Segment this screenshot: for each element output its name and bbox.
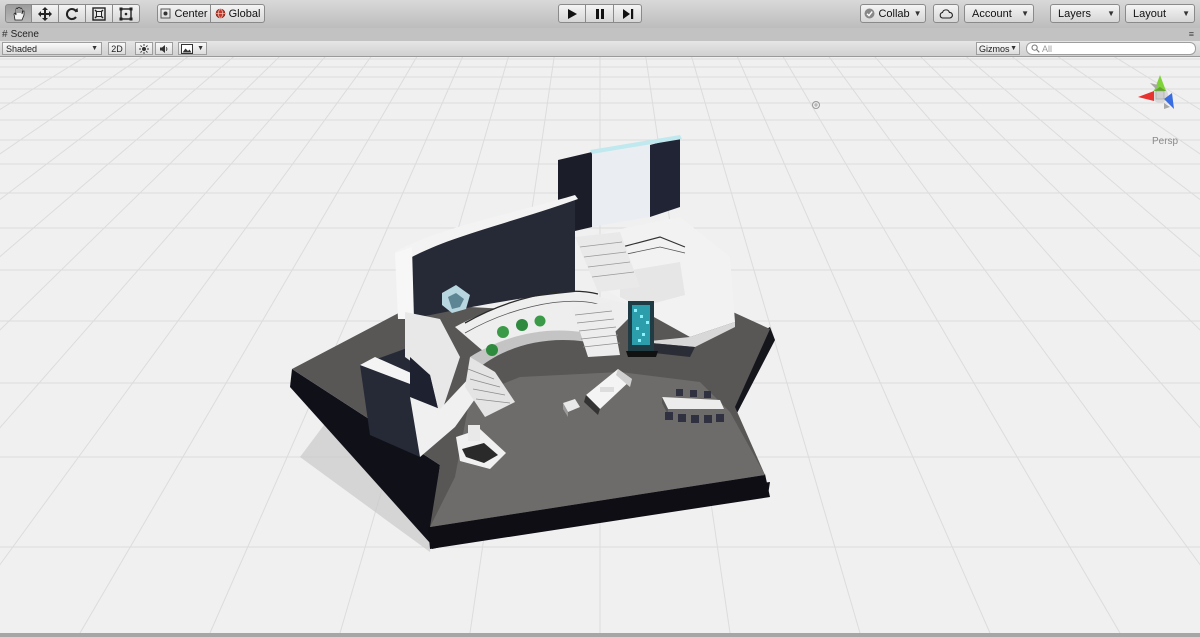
shading-mode-dropdown[interactable]: Shaded ▼ bbox=[2, 42, 102, 55]
gizmos-dropdown[interactable]: Gizmos ▼ bbox=[976, 42, 1020, 55]
account-group: Account ▼ bbox=[964, 4, 1034, 23]
step-button[interactable] bbox=[614, 4, 642, 23]
pivot-rotation-label: Global bbox=[228, 7, 261, 20]
bottom-border bbox=[0, 633, 1200, 637]
layers-dropdown[interactable]: Layers ▼ bbox=[1050, 4, 1120, 23]
move-arrows-icon bbox=[38, 6, 52, 21]
search-placeholder: All bbox=[1042, 43, 1053, 54]
hand-icon bbox=[13, 6, 24, 20]
rect-tool-button[interactable] bbox=[113, 4, 140, 23]
hand-tool-button[interactable] bbox=[5, 4, 32, 23]
globe-icon bbox=[215, 8, 225, 19]
tab-scene-label: Scene bbox=[10, 29, 39, 40]
rect-icon bbox=[119, 7, 133, 20]
layout-group: Layout ▼ bbox=[1125, 4, 1195, 23]
audio-icon bbox=[160, 44, 168, 53]
scene-search-input[interactable]: All bbox=[1026, 42, 1196, 55]
pivot-mode-label: Center bbox=[174, 7, 208, 20]
pivot-mode-button[interactable]: Center bbox=[157, 4, 211, 23]
audio-toggle[interactable] bbox=[155, 42, 173, 55]
main-toolbar: Center Global Collab ▼ Account ▼ Layers … bbox=[0, 0, 1200, 29]
effects-dropdown[interactable]: ▼ bbox=[178, 42, 207, 55]
pivot-center-icon bbox=[160, 8, 171, 19]
account-label: Account bbox=[972, 7, 1012, 20]
collab-label: Collab bbox=[878, 7, 910, 20]
search-icon bbox=[1031, 44, 1040, 53]
transform-tools bbox=[5, 4, 140, 23]
pivot-rotation-button[interactable]: Global bbox=[211, 4, 265, 23]
collab-group: Collab ▼ bbox=[860, 4, 926, 23]
cloud-icon bbox=[939, 8, 953, 19]
shading-mode-label: Shaded bbox=[6, 43, 38, 54]
tab-scene[interactable]: # Scene bbox=[2, 28, 62, 41]
cloud-group bbox=[933, 4, 959, 23]
check-icon bbox=[864, 8, 875, 19]
chevron-down-icon: ▼ bbox=[913, 9, 922, 18]
chevron-down-icon: ▼ bbox=[91, 45, 98, 52]
2d-toggle[interactable]: 2D bbox=[108, 42, 126, 55]
scene-grid-icon: # bbox=[2, 29, 8, 40]
pivot-toggles: Center Global bbox=[157, 4, 265, 23]
move-tool-button[interactable] bbox=[32, 4, 59, 23]
rotate-icon bbox=[65, 7, 78, 20]
chevron-down-icon: ▼ bbox=[1021, 9, 1029, 18]
collab-dropdown[interactable]: Collab ▼ bbox=[860, 4, 926, 23]
sun-icon bbox=[139, 43, 149, 54]
layers-label: Layers bbox=[1058, 7, 1092, 20]
pause-icon bbox=[595, 8, 604, 19]
chevron-down-icon: ▼ bbox=[1010, 45, 1017, 52]
account-dropdown[interactable]: Account ▼ bbox=[964, 4, 1034, 23]
scale-tool-button[interactable] bbox=[86, 4, 113, 23]
play-icon bbox=[568, 8, 577, 19]
scene-viewport[interactable]: Persp bbox=[0, 57, 1200, 633]
step-icon bbox=[622, 8, 633, 19]
chevron-down-icon: ▼ bbox=[1182, 9, 1190, 18]
pause-button[interactable] bbox=[586, 4, 614, 23]
lighting-toggle[interactable] bbox=[135, 42, 153, 55]
gizmos-label: Gizmos bbox=[979, 43, 1010, 54]
play-controls bbox=[558, 4, 642, 23]
play-button[interactable] bbox=[558, 4, 586, 23]
2d-label: 2D bbox=[111, 43, 123, 54]
scene-render bbox=[0, 57, 1200, 633]
layout-dropdown[interactable]: Layout ▼ bbox=[1125, 4, 1195, 23]
chevron-down-icon: ▼ bbox=[197, 45, 204, 52]
layout-label: Layout bbox=[1133, 7, 1167, 20]
window-tab-bar: # Scene ≡ bbox=[0, 28, 1200, 41]
layers-group: Layers ▼ bbox=[1050, 4, 1120, 23]
projection-label[interactable]: Persp bbox=[1152, 136, 1178, 147]
chevron-down-icon: ▼ bbox=[1107, 9, 1115, 18]
scale-icon bbox=[92, 6, 106, 21]
image-effects-icon bbox=[181, 43, 193, 54]
tab-menu-icon[interactable]: ≡ bbox=[1189, 29, 1194, 39]
scene-toolbar: Shaded ▼ 2D ▼ Gizmos ▼ All bbox=[0, 41, 1200, 57]
cloud-button[interactable] bbox=[933, 4, 959, 23]
rotate-tool-button[interactable] bbox=[59, 4, 86, 23]
